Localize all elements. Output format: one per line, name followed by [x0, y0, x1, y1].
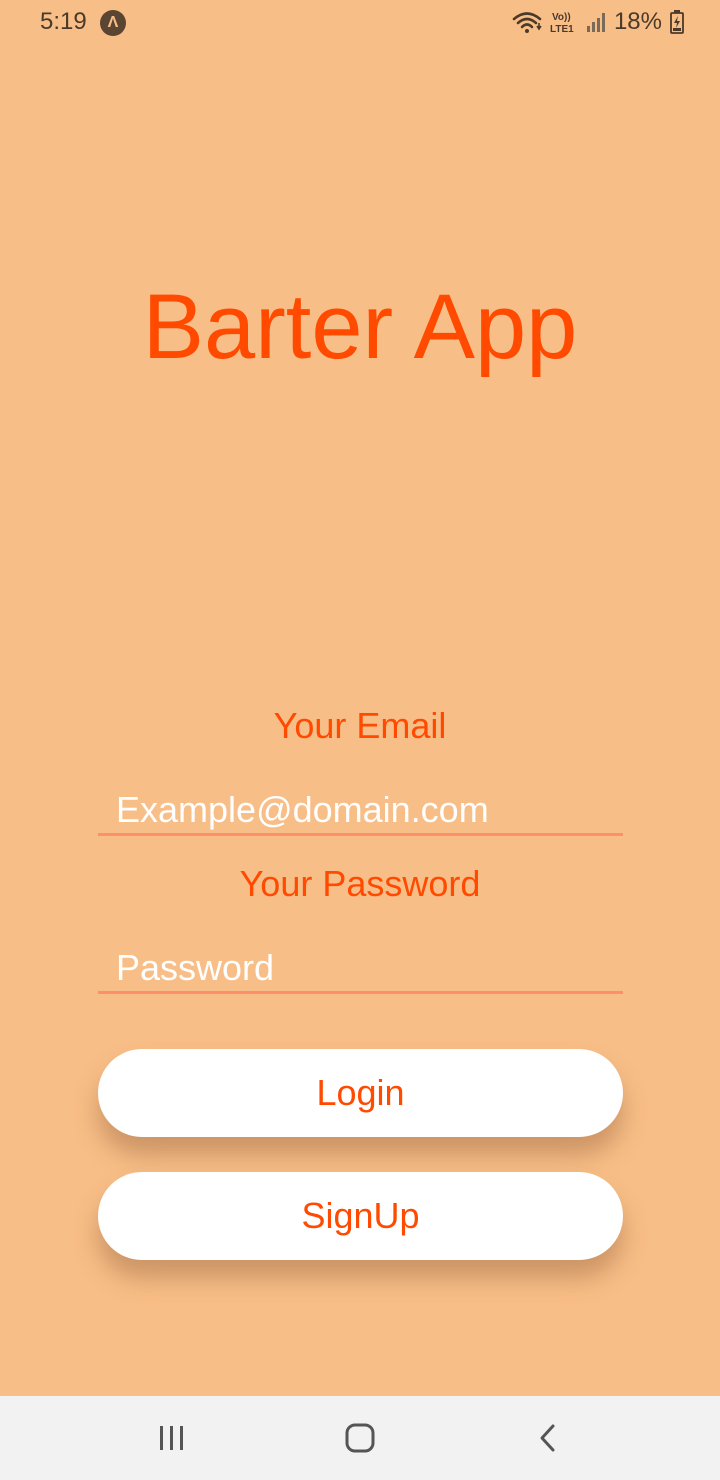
- password-label: Your Password: [239, 863, 481, 904]
- recents-icon: [157, 1425, 187, 1451]
- signal-icon: [586, 11, 606, 33]
- navigation-bar: [0, 1396, 720, 1480]
- home-button[interactable]: [338, 1418, 382, 1458]
- wifi-icon: [512, 10, 542, 34]
- email-label: Your Email: [273, 705, 447, 746]
- battery-charging-icon: [670, 10, 684, 34]
- lte-text: LTE1: [550, 24, 574, 35]
- volte-text: Vo)): [552, 12, 571, 23]
- back-icon: [535, 1423, 559, 1453]
- status-icons: Vo)) LTE1 18%: [512, 6, 684, 38]
- email-input[interactable]: [98, 786, 623, 836]
- app-title: Barter App: [142, 276, 578, 378]
- battery-percent: 18%: [613, 8, 662, 35]
- recents-button[interactable]: [150, 1418, 194, 1458]
- expo-icon: Λ: [100, 10, 126, 36]
- login-button[interactable]: Login: [98, 1049, 623, 1137]
- home-icon: [344, 1423, 376, 1453]
- status-bar: 5:19 Λ Vo)) LTE1 18%: [0, 0, 720, 46]
- signup-button[interactable]: SignUp: [98, 1172, 623, 1260]
- password-input[interactable]: [98, 944, 623, 994]
- back-button[interactable]: [525, 1418, 569, 1458]
- volte-indicator: Vo)) LTE1: [550, 9, 578, 35]
- status-time: 5:19: [40, 8, 87, 35]
